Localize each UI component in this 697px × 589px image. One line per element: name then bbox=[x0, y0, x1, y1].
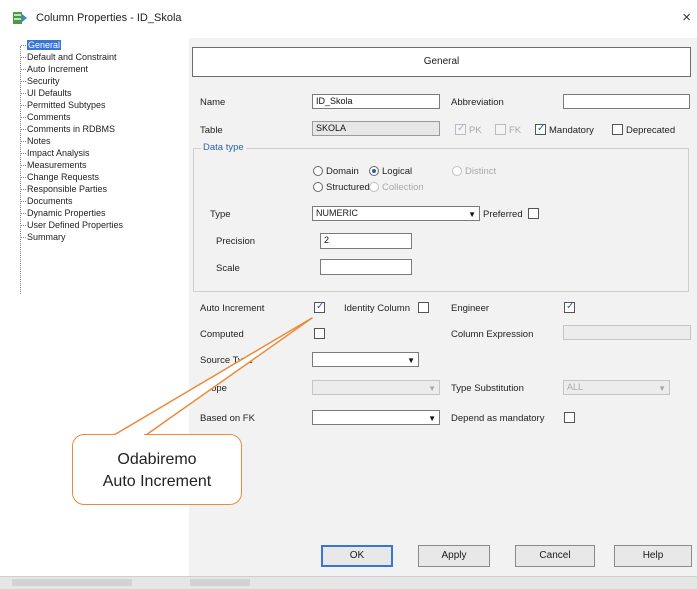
precision-label: Precision bbox=[216, 236, 256, 247]
help-button[interactable]: Help bbox=[614, 545, 692, 567]
abbreviation-field[interactable] bbox=[563, 94, 690, 109]
panel-header: General bbox=[192, 47, 691, 77]
structured-radio-label: Structured bbox=[326, 182, 370, 193]
annotation-callout: Odabiremo Auto Increment bbox=[72, 434, 242, 505]
collection-radio-label: Collection bbox=[382, 182, 424, 193]
type-substitution-select: ALL ▼ bbox=[563, 380, 670, 395]
tree-item-user-defined-properties[interactable]: User Defined Properties bbox=[21, 220, 123, 231]
tree-item-comments[interactable]: Comments bbox=[21, 112, 71, 123]
abbreviation-label: Abbreviation bbox=[451, 97, 504, 108]
callout-joint-mask bbox=[116, 434, 144, 437]
fk-label: FK bbox=[509, 125, 522, 136]
tree-item-notes[interactable]: Notes bbox=[21, 136, 51, 147]
based-on-fk-label: Based on FK bbox=[200, 413, 255, 424]
chevron-down-icon: ▼ bbox=[407, 356, 415, 365]
depend-as-mandatory-label: Depend as mandatory bbox=[451, 413, 545, 424]
domain-radio[interactable] bbox=[313, 166, 323, 176]
column-expression-field bbox=[563, 325, 691, 340]
window-title: Column Properties - ID_Skola bbox=[36, 12, 182, 24]
chevron-down-icon: ▼ bbox=[428, 414, 436, 423]
tree-item-general[interactable]: General bbox=[21, 40, 62, 51]
domain-radio-label: Domain bbox=[326, 166, 359, 177]
tree-item-comments-in-rdbms[interactable]: Comments in RDBMS bbox=[21, 124, 115, 135]
general-panel: General Name ID_Skola Abbreviation Table… bbox=[189, 38, 697, 576]
tree-item-summary[interactable]: Summary bbox=[21, 232, 66, 243]
engineer-checkbox[interactable] bbox=[564, 301, 575, 313]
chevron-down-icon: ▼ bbox=[468, 210, 476, 219]
preferred-checkbox[interactable] bbox=[528, 208, 539, 219]
apply-button[interactable]: Apply bbox=[418, 545, 490, 567]
ok-button[interactable]: OK bbox=[321, 545, 393, 567]
table-label: Table bbox=[200, 125, 223, 136]
logical-radio-label: Logical bbox=[382, 166, 413, 177]
name-field[interactable]: ID_Skola bbox=[312, 94, 440, 109]
column-properties-icon bbox=[13, 12, 27, 24]
engineer-label: Engineer bbox=[451, 303, 490, 314]
pk-label: PK bbox=[469, 125, 482, 136]
precision-field[interactable]: 2 bbox=[320, 233, 412, 249]
identity-column-checkbox[interactable] bbox=[418, 302, 429, 313]
deprecated-checkbox[interactable] bbox=[612, 124, 623, 135]
scope-label: Scope bbox=[200, 383, 227, 394]
source-type-label: Source Type bbox=[200, 355, 254, 366]
depend-as-mandatory-checkbox[interactable] bbox=[564, 412, 575, 423]
name-label: Name bbox=[200, 97, 226, 108]
scale-label: Scale bbox=[216, 263, 240, 274]
pk-checkbox bbox=[455, 123, 466, 135]
tree-item-permitted-subtypes[interactable]: Permitted Subtypes bbox=[21, 100, 106, 111]
bottom-strip-segment bbox=[190, 579, 250, 586]
deprecated-label: Deprecated bbox=[626, 125, 676, 136]
scale-field[interactable] bbox=[320, 259, 412, 275]
bottom-strip-segment bbox=[12, 579, 132, 586]
cancel-button[interactable]: Cancel bbox=[515, 545, 595, 567]
type-select[interactable]: NUMERIC ▼ bbox=[312, 206, 480, 221]
computed-label: Computed bbox=[200, 329, 244, 340]
structured-radio[interactable] bbox=[313, 182, 323, 192]
computed-checkbox[interactable] bbox=[314, 328, 325, 339]
distinct-radio-label: Distinct bbox=[465, 166, 497, 177]
type-label: Type bbox=[210, 209, 231, 220]
data-type-legend: Data type bbox=[201, 142, 246, 153]
auto-increment-label: Auto Increment bbox=[200, 303, 265, 314]
mandatory-label: Mandatory bbox=[549, 125, 594, 136]
type-substitution-label: Type Substitution bbox=[451, 383, 524, 394]
fk-checkbox bbox=[495, 124, 506, 135]
tree-item-auto-increment[interactable]: Auto Increment bbox=[21, 64, 88, 75]
mandatory-checkbox[interactable] bbox=[535, 123, 546, 135]
tree-item-ui-defaults[interactable]: UI Defaults bbox=[21, 88, 72, 99]
tree-item-default-and-constraint[interactable]: Default and Constraint bbox=[21, 52, 117, 63]
auto-increment-checkbox[interactable] bbox=[314, 301, 325, 313]
identity-column-label: Identity Column bbox=[344, 303, 411, 314]
tree-item-change-requests[interactable]: Change Requests bbox=[21, 172, 99, 183]
close-icon[interactable]: × bbox=[682, 9, 691, 26]
tree-item-documents[interactable]: Documents bbox=[21, 196, 73, 207]
tree-item-measurements[interactable]: Measurements bbox=[21, 160, 87, 171]
tree-item-security[interactable]: Security bbox=[21, 76, 60, 87]
callout-line-1: Odabiremo bbox=[117, 451, 197, 468]
scope-select: ▼ bbox=[312, 380, 440, 395]
tree-item-dynamic-properties[interactable]: Dynamic Properties bbox=[21, 208, 106, 219]
chevron-down-icon: ▼ bbox=[428, 384, 436, 393]
logical-radio[interactable] bbox=[369, 166, 379, 176]
preferred-label: Preferred bbox=[483, 209, 523, 220]
based-on-fk-select[interactable]: ▼ bbox=[312, 410, 440, 425]
column-expression-label: Column Expression bbox=[451, 329, 534, 340]
collection-radio bbox=[369, 182, 379, 192]
distinct-radio bbox=[452, 166, 462, 176]
callout-line-2: Auto Increment bbox=[102, 473, 212, 490]
table-field: SKOLA bbox=[312, 121, 440, 136]
title-bar: Column Properties - ID_Skola × bbox=[0, 0, 697, 38]
chevron-down-icon: ▼ bbox=[658, 384, 666, 393]
source-type-select[interactable]: ▼ bbox=[312, 352, 419, 367]
bottom-strip bbox=[0, 576, 697, 589]
tree-item-impact-analysis[interactable]: Impact Analysis bbox=[21, 148, 90, 159]
tree-item-responsible-parties[interactable]: Responsible Parties bbox=[21, 184, 107, 195]
